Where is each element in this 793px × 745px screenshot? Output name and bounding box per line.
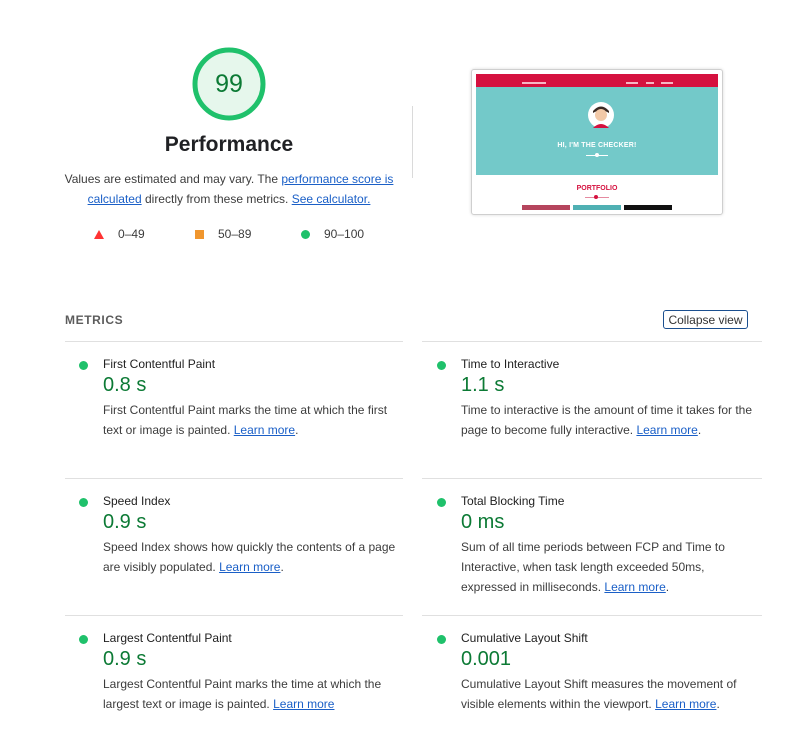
metric-description-suffix: . xyxy=(697,423,702,437)
metric-description-suffix: . xyxy=(665,580,670,594)
pass-status-icon xyxy=(79,498,88,507)
metrics-divider xyxy=(65,615,403,616)
screenshot-portfolio-heading: PORTFOLIO xyxy=(576,185,618,192)
metric-title: Largest Contentful Paint xyxy=(103,631,232,645)
learn-more-link[interactable]: Learn more xyxy=(273,697,334,711)
triangle-icon xyxy=(94,229,104,239)
pass-status-icon xyxy=(79,635,88,644)
screenshot-hero-dot xyxy=(595,153,599,157)
legend-pass-label: 90–100 xyxy=(324,227,365,241)
metric-value: 0.001 xyxy=(461,648,512,670)
performance-title: Performance xyxy=(164,133,294,156)
metrics-divider xyxy=(422,341,762,342)
legend-fail: 0–49 xyxy=(94,226,145,242)
learn-more-link[interactable]: Learn more xyxy=(636,423,697,437)
metrics-divider xyxy=(422,478,762,479)
performance-score: 99 xyxy=(215,69,243,98)
learn-more-link[interactable]: Learn more xyxy=(234,423,295,437)
metrics-divider xyxy=(65,478,403,479)
metrics-divider xyxy=(65,341,403,342)
pass-status-icon xyxy=(437,498,446,507)
screenshot-card xyxy=(624,205,672,210)
description-text: Values are estimated and may vary. The xyxy=(64,172,282,186)
screenshot-hero: HI, I'M THE CHECKER! xyxy=(476,87,718,175)
metric-description-text: Time to interactive is the amount of tim… xyxy=(461,403,753,437)
square-icon xyxy=(195,229,204,239)
metric-description-suffix: . xyxy=(716,697,720,711)
screenshot-hero-text: HI, I'M THE CHECKER! xyxy=(557,142,637,149)
legend-fail-label: 0–49 xyxy=(118,227,145,241)
metric-description: Speed Index shows how quickly the conten… xyxy=(103,537,403,577)
learn-more-link[interactable]: Learn more xyxy=(604,580,665,594)
learn-more-link[interactable]: Learn more xyxy=(655,697,716,711)
metrics-divider xyxy=(422,615,762,616)
pass-status-icon xyxy=(437,361,446,370)
circle-icon xyxy=(301,229,310,239)
metric-value: 0 ms xyxy=(461,511,505,533)
avatar-icon xyxy=(588,102,614,128)
page-screenshot[interactable]: HI, I'M THE CHECKER! PORTFOLIO xyxy=(471,69,723,215)
legend-average-label: 50–89 xyxy=(218,227,252,241)
collapse-view-button[interactable]: Collapse view xyxy=(663,310,748,329)
screenshot-card xyxy=(522,205,570,210)
metrics-heading: METRICS xyxy=(65,313,124,327)
screenshot-navbar xyxy=(476,74,718,87)
legend-average: 50–89 xyxy=(195,226,251,242)
metric-title: Cumulative Layout Shift xyxy=(461,631,588,645)
screenshot-brand xyxy=(522,82,546,84)
screenshot-nav-link xyxy=(646,82,654,84)
metric-description-text: Largest Contentful Paint marks the time … xyxy=(103,677,382,711)
performance-description: Values are estimated and may vary. The p… xyxy=(64,169,394,209)
metric-description: Largest Contentful Paint marks the time … xyxy=(103,674,403,714)
pass-status-icon xyxy=(79,361,88,370)
learn-more-link[interactable]: Learn more xyxy=(219,560,280,574)
performance-gauge: 99 xyxy=(192,47,266,121)
screenshot-nav-link xyxy=(626,82,638,84)
metric-description-text: Sum of all time periods between FCP and … xyxy=(461,540,725,594)
metric-value: 0.9 s xyxy=(103,511,147,533)
screenshot-nav-link xyxy=(661,82,673,84)
metric-description-suffix: . xyxy=(295,423,299,437)
metric-value: 0.8 s xyxy=(103,374,147,396)
metric-title: Speed Index xyxy=(103,494,171,508)
see-calculator-link[interactable]: See calculator. xyxy=(292,192,371,206)
screenshot-card xyxy=(573,205,621,210)
vertical-divider xyxy=(412,106,413,178)
metric-title: First Contentful Paint xyxy=(103,357,216,371)
metric-value: 1.1 s xyxy=(461,374,505,396)
screenshot-portfolio-dot xyxy=(594,195,598,199)
metric-description: First Contentful Paint marks the time at… xyxy=(103,400,403,440)
pass-status-icon xyxy=(437,635,446,644)
metric-title: Total Blocking Time xyxy=(461,494,565,508)
metric-title: Time to Interactive xyxy=(461,357,560,371)
metric-description: Time to interactive is the amount of tim… xyxy=(461,400,761,440)
metric-description-suffix: . xyxy=(280,560,284,574)
metric-description: Cumulative Layout Shift measures the mov… xyxy=(461,674,761,714)
description-text-mid: directly from these metrics. xyxy=(141,192,292,206)
metric-value: 0.9 s xyxy=(103,648,147,670)
legend-pass: 90–100 xyxy=(301,226,364,242)
metric-description: Sum of all time periods between FCP and … xyxy=(461,537,761,597)
